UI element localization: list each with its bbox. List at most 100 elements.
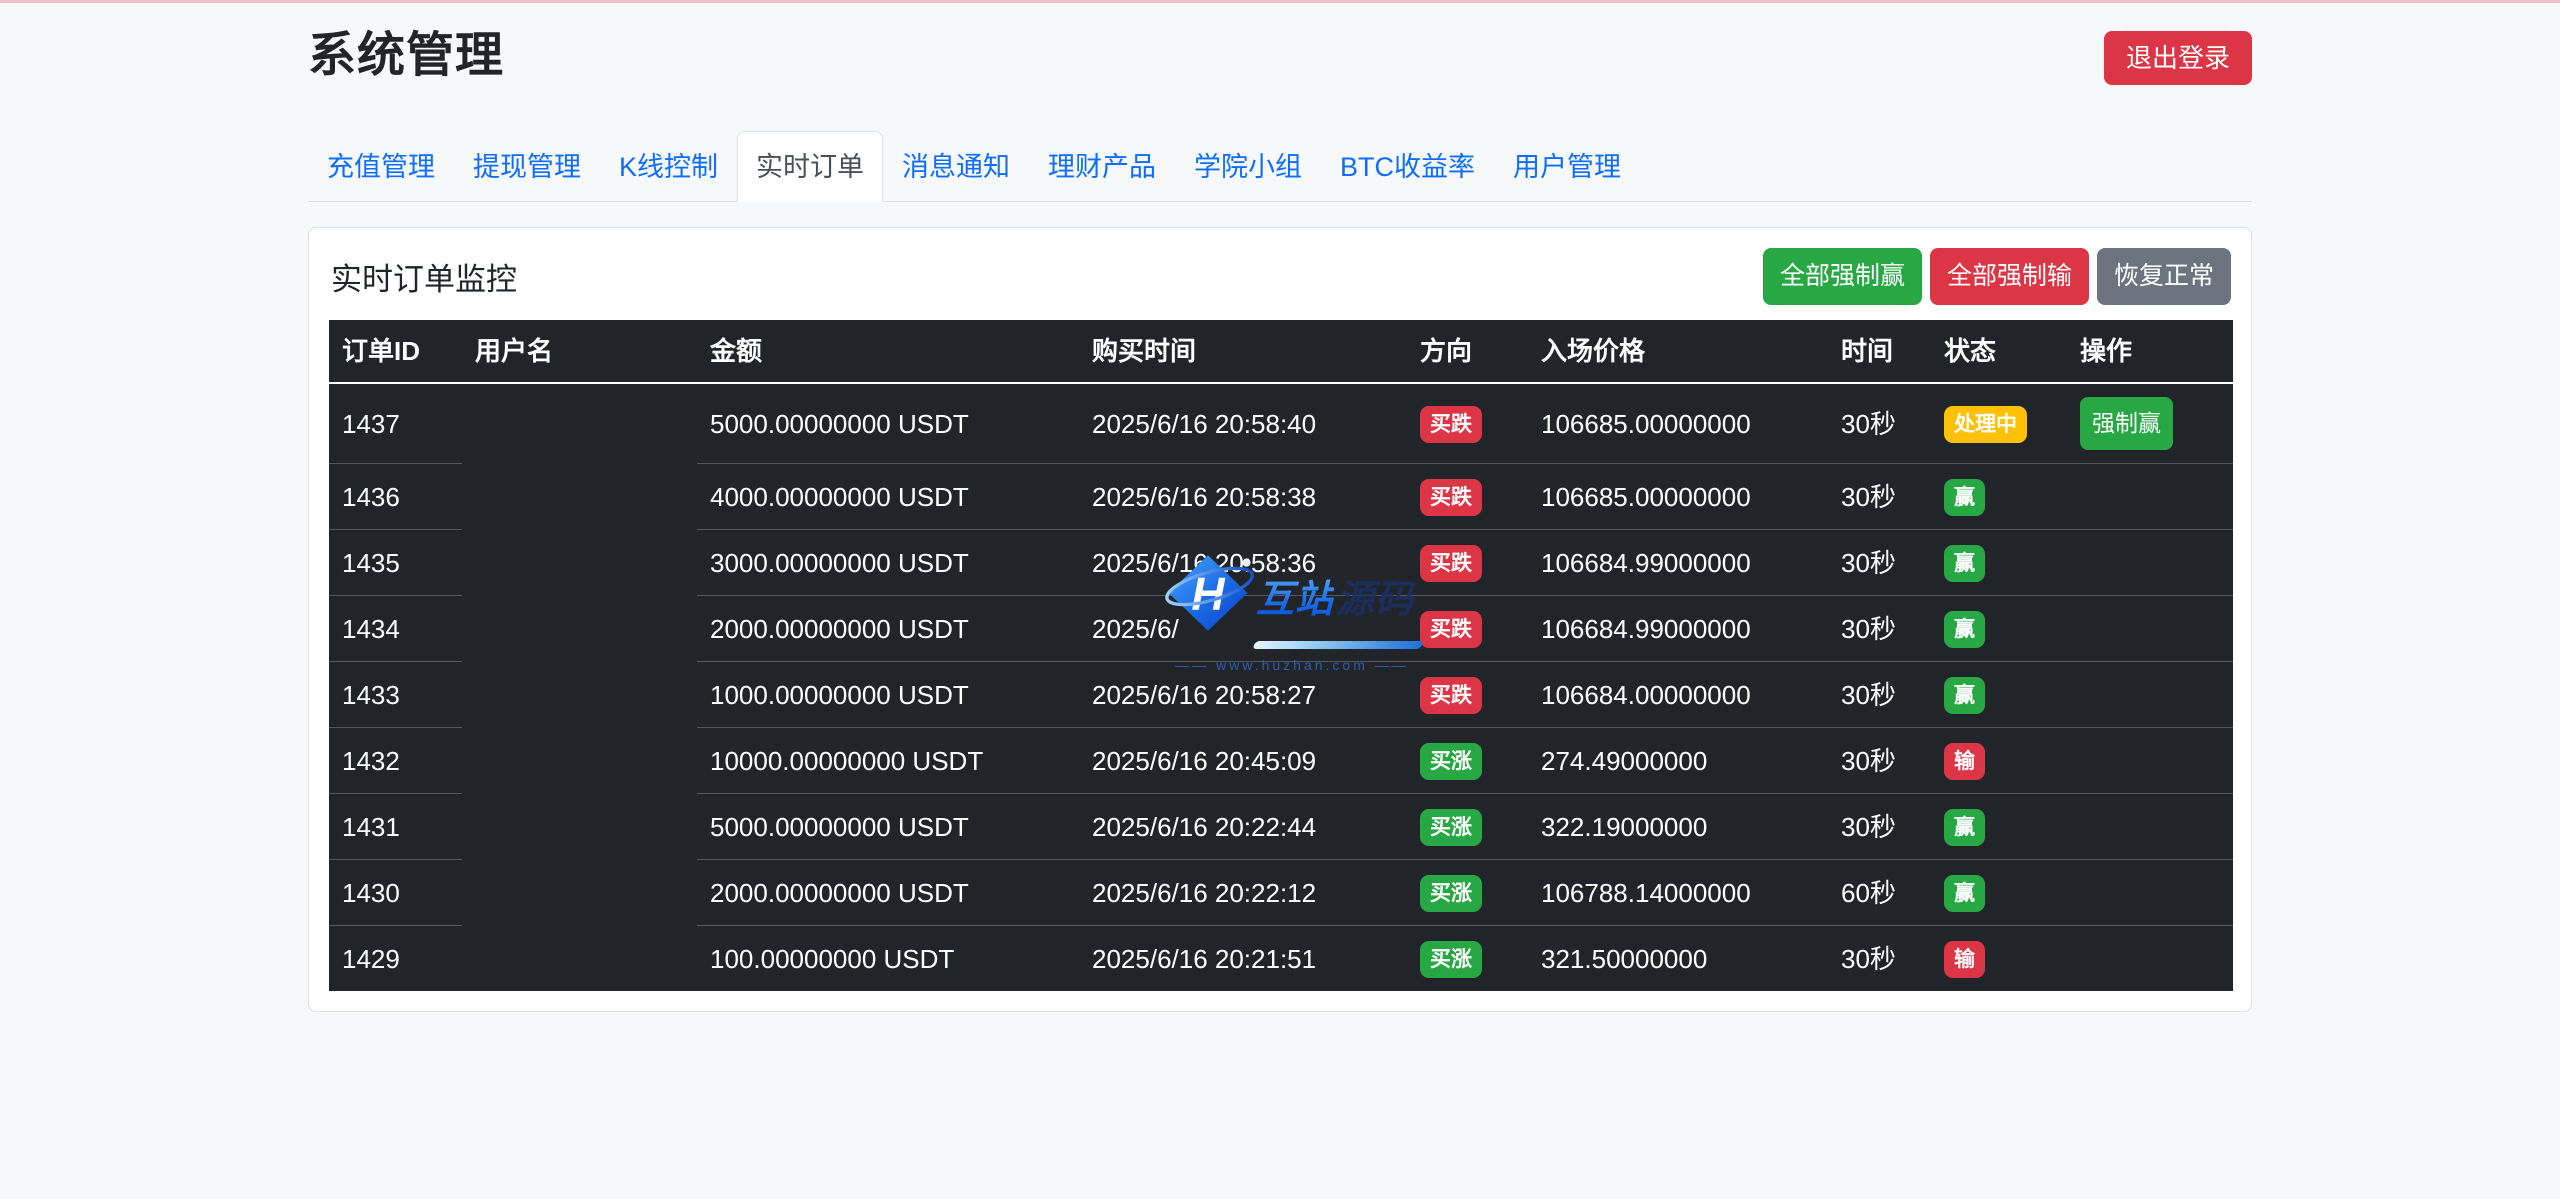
status-cell: 赢 (1931, 860, 2067, 926)
buy-time-cell: 2025/6/16 20:58:38 (1079, 464, 1407, 530)
amount-cell: 1000.00000000 USDT (697, 662, 1079, 728)
username-cell (462, 728, 697, 794)
tab-wealth-products[interactable]: 理财产品 (1029, 131, 1175, 202)
tab-recharge[interactable]: 充值管理 (308, 131, 454, 202)
order-row: 1429100.00000000 USDT2025/6/16 20:21:51买… (329, 926, 2233, 992)
buy-time-cell: 2025/6/16 20:58:40 (1079, 383, 1407, 464)
amount-cell: 5000.00000000 USDT (697, 383, 1079, 464)
order-id-cell: 1433 (329, 662, 462, 728)
entry-price-cell: 321.50000000 (1528, 926, 1828, 992)
amount-cell: 2000.00000000 USDT (697, 860, 1079, 926)
order-id-cell: 1431 (329, 794, 462, 860)
username-cell (462, 464, 697, 530)
order-row: 1436 4000.00000000 USDT2025/6/16 20:58:38… (329, 464, 2233, 530)
tab-kline[interactable]: K线控制 (600, 131, 737, 202)
top-accent-strip (0, 0, 2560, 3)
tab-bar: 充值管理提现管理K线控制实时订单消息通知理财产品学院小组BTC收益率用户管理 (308, 131, 2252, 202)
column-header-4: 方向 (1407, 320, 1528, 383)
tab-academy-groups[interactable]: 学院小组 (1175, 131, 1321, 202)
duration-cell: 30秒 (1828, 464, 1931, 530)
column-header-7: 状态 (1931, 320, 2067, 383)
username-cell (462, 530, 697, 596)
action-cell (2067, 860, 2233, 926)
order-row: 1431 5000.00000000 USDT2025/6/16 20:22:44… (329, 794, 2233, 860)
status-cell: 输 (1931, 926, 2067, 992)
direction-badge: 买跌 (1420, 611, 1482, 648)
status-cell: 处理中 (1931, 383, 2067, 464)
buy-time-cell: 2025/6/16 20:22:44 (1079, 794, 1407, 860)
status-badge: 赢 (1944, 545, 1985, 582)
direction-cell: 买跌 (1407, 596, 1528, 662)
order-id-cell: 1429 (329, 926, 462, 992)
status-badge: 输 (1944, 743, 1985, 780)
duration-cell: 30秒 (1828, 530, 1931, 596)
entry-price-cell: 106684.00000000 (1528, 662, 1828, 728)
action-cell (2067, 794, 2233, 860)
status-badge: 赢 (1944, 677, 1985, 714)
status-badge: 赢 (1944, 611, 1985, 648)
username-cell (462, 596, 697, 662)
panel-actions: 全部强制赢 全部强制输 恢复正常 (1763, 248, 2231, 305)
buy-time-cell: 2025/6/ (1079, 596, 1407, 662)
direction-cell: 买跌 (1407, 464, 1528, 530)
direction-cell: 买跌 (1407, 530, 1528, 596)
status-cell: 赢 (1931, 596, 2067, 662)
buy-time-cell: 2025/6/16 20:58:36 (1079, 530, 1407, 596)
tab-btc-yield[interactable]: BTC收益率 (1321, 131, 1494, 202)
entry-price-cell: 322.19000000 (1528, 794, 1828, 860)
amount-cell: 4000.00000000 USDT (697, 464, 1079, 530)
tab-users[interactable]: 用户管理 (1494, 131, 1640, 202)
column-header-0: 订单ID (329, 320, 462, 383)
username-cell (462, 662, 697, 728)
buy-time-cell: 2025/6/16 20:58:27 (1079, 662, 1407, 728)
duration-cell: 30秒 (1828, 662, 1931, 728)
buy-time-cell: 2025/6/16 20:21:51 (1079, 926, 1407, 992)
action-cell (2067, 530, 2233, 596)
status-badge: 赢 (1944, 809, 1985, 846)
amount-cell: 10000.00000000 USDT (697, 728, 1079, 794)
column-header-8: 操作 (2067, 320, 2233, 383)
order-row: 14375000.00000000 USDT2025/6/16 20:58:40… (329, 383, 2233, 464)
column-header-5: 入场价格 (1528, 320, 1828, 383)
force-win-all-button[interactable]: 全部强制赢 (1763, 248, 1922, 305)
tab-withdraw[interactable]: 提现管理 (454, 131, 600, 202)
username-cell (462, 926, 697, 992)
order-id-cell: 1436 (329, 464, 462, 530)
direction-badge: 买跌 (1420, 406, 1482, 443)
order-id-cell: 1432 (329, 728, 462, 794)
status-cell: 赢 (1931, 662, 2067, 728)
entry-price-cell: 106684.99000000 (1528, 530, 1828, 596)
status-badge: 赢 (1944, 479, 1985, 516)
force-lose-all-button[interactable]: 全部强制输 (1930, 248, 2089, 305)
order-row: 1433 1000.00000000 USDT2025/6/16 20:58:27… (329, 662, 2233, 728)
page-title: 系统管理 (308, 27, 504, 85)
buy-time-cell: 2025/6/16 20:45:09 (1079, 728, 1407, 794)
orders-table: 订单ID用户名金额购买时间方向入场价格时间状态操作 14375000.00000… (329, 320, 2233, 991)
orders-panel: 实时订单监控 全部强制赢 全部强制输 恢复正常 订单ID用户名金额购买时间方向入… (308, 227, 2252, 1012)
action-cell (2067, 464, 2233, 530)
status-badge: 赢 (1944, 875, 1985, 912)
logout-button[interactable]: 退出登录 (2104, 31, 2252, 85)
direction-cell: 买涨 (1407, 794, 1528, 860)
amount-cell: 5000.00000000 USDT (697, 794, 1079, 860)
status-cell: 赢 (1931, 464, 2067, 530)
order-id-cell: 1430 (329, 860, 462, 926)
username-cell (462, 383, 697, 464)
order-row: 14302000.00000000 USDT2025/6/16 20:22:12… (329, 860, 2233, 926)
force-win-button[interactable]: 强制赢 (2080, 397, 2173, 450)
duration-cell: 60秒 (1828, 860, 1931, 926)
restore-normal-button[interactable]: 恢复正常 (2097, 248, 2231, 305)
amount-cell: 3000.00000000 USDT (697, 530, 1079, 596)
amount-cell: 2000.00000000 USDT (697, 596, 1079, 662)
column-header-2: 金额 (697, 320, 1079, 383)
direction-badge: 买跌 (1420, 479, 1482, 516)
username-cell (462, 794, 697, 860)
status-badge: 处理中 (1944, 406, 2027, 443)
tab-realtime-orders[interactable]: 实时订单 (737, 131, 883, 202)
order-id-cell: 1434 (329, 596, 462, 662)
direction-badge: 买跌 (1420, 545, 1482, 582)
status-badge: 输 (1944, 941, 1985, 978)
entry-price-cell: 106684.99000000 (1528, 596, 1828, 662)
order-id-cell: 1435 (329, 530, 462, 596)
tab-notifications[interactable]: 消息通知 (883, 131, 1029, 202)
